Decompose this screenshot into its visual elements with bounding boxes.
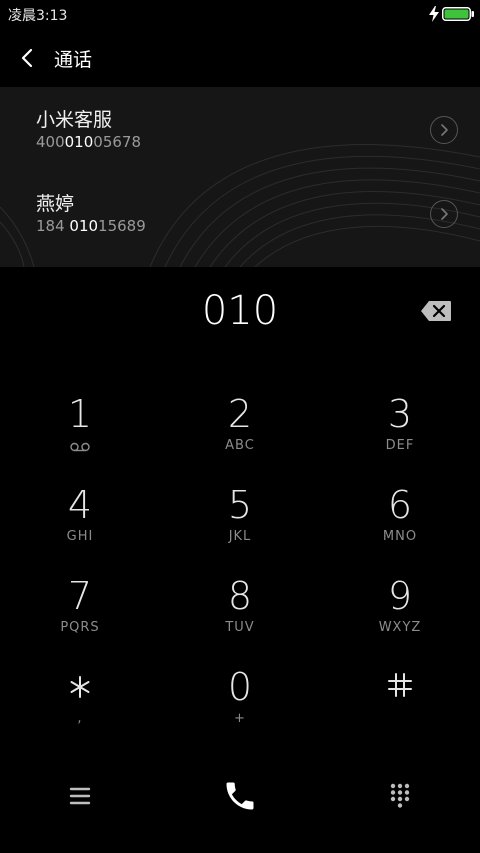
key-digit: 1	[67, 392, 93, 436]
chevron-right-icon	[441, 208, 448, 220]
key-letters: ABC	[225, 438, 255, 453]
contact-name: 小米客服	[36, 109, 113, 131]
contact-detail-button[interactable]	[430, 200, 458, 228]
call-button[interactable]	[210, 766, 270, 826]
key-digit: 2	[227, 392, 253, 436]
battery-icon	[442, 7, 474, 21]
key-3[interactable]: 3 DEF	[340, 392, 460, 478]
phone-icon	[226, 782, 254, 810]
key-digit: 9	[387, 574, 413, 618]
contact-name: 燕婷	[36, 193, 75, 215]
key-letters: PQRS	[60, 620, 100, 635]
key-6[interactable]: 6 MNO	[340, 483, 460, 569]
contact-row[interactable]: 燕婷 184 01015689	[0, 171, 480, 255]
menu-button[interactable]	[50, 766, 110, 826]
header: 通话	[0, 38, 480, 80]
bolt-icon	[429, 6, 439, 22]
key-9[interactable]: 9 WXYZ	[340, 574, 460, 660]
hash-icon	[388, 673, 412, 697]
key-letters: DEF	[385, 438, 415, 453]
key-letters: TUV	[225, 620, 255, 635]
key-letters: WXYZ	[378, 620, 422, 635]
contact-row[interactable]: 小米客服 40001005678	[0, 87, 480, 171]
key-1[interactable]: 1	[20, 392, 140, 478]
key-digit: 7	[67, 574, 93, 618]
chevron-right-icon	[441, 124, 448, 136]
key-letters: +	[234, 711, 246, 726]
key-4[interactable]: 4 GHI	[20, 483, 140, 569]
key-letters: JKL	[228, 529, 252, 544]
contact-detail-button[interactable]	[430, 116, 458, 144]
key-star[interactable]: ,	[20, 665, 140, 751]
key-letters: MNO	[382, 529, 418, 544]
contact-suggestions: 小米客服 40001005678 燕婷 184 01015689	[0, 87, 480, 267]
chevron-left-icon	[21, 48, 33, 68]
key-digit: 6	[387, 483, 413, 527]
status-time: 凌晨3:13	[8, 8, 68, 24]
key-7[interactable]: 7 PQRS	[20, 574, 140, 660]
menu-icon	[69, 787, 91, 805]
key-0[interactable]: 0 +	[180, 665, 300, 751]
voicemail-icon	[70, 442, 90, 452]
page-title: 通话	[54, 49, 93, 71]
key-digit: 5	[227, 483, 253, 527]
star-icon	[70, 676, 90, 698]
bottom-action-bar	[0, 766, 480, 826]
dialer-screen: 凌晨3:13 通话 小米客服 40001005678 燕婷 184 010156…	[0, 0, 480, 853]
key-5[interactable]: 5 JKL	[180, 483, 300, 569]
backspace-icon	[421, 301, 451, 321]
dial-display: 010	[0, 268, 480, 356]
contact-number: 184 01015689	[36, 217, 146, 235]
backspace-button[interactable]	[420, 300, 452, 322]
status-bar: 凌晨3:13	[0, 0, 480, 28]
contact-number: 40001005678	[36, 133, 141, 151]
keypad-icon	[390, 783, 410, 808]
key-digit: 4	[67, 483, 93, 527]
key-2[interactable]: 2 ABC	[180, 392, 300, 478]
dialed-number: 010	[201, 288, 279, 334]
key-digit: 8	[227, 574, 253, 618]
key-hash[interactable]	[340, 665, 460, 751]
key-digit: 3	[387, 392, 413, 436]
back-button[interactable]	[14, 44, 42, 72]
keypad-toggle-button[interactable]	[370, 766, 430, 826]
key-letters: ,	[77, 711, 83, 726]
key-digit: 0	[227, 665, 253, 709]
key-letters: GHI	[66, 529, 94, 544]
key-8[interactable]: 8 TUV	[180, 574, 300, 660]
